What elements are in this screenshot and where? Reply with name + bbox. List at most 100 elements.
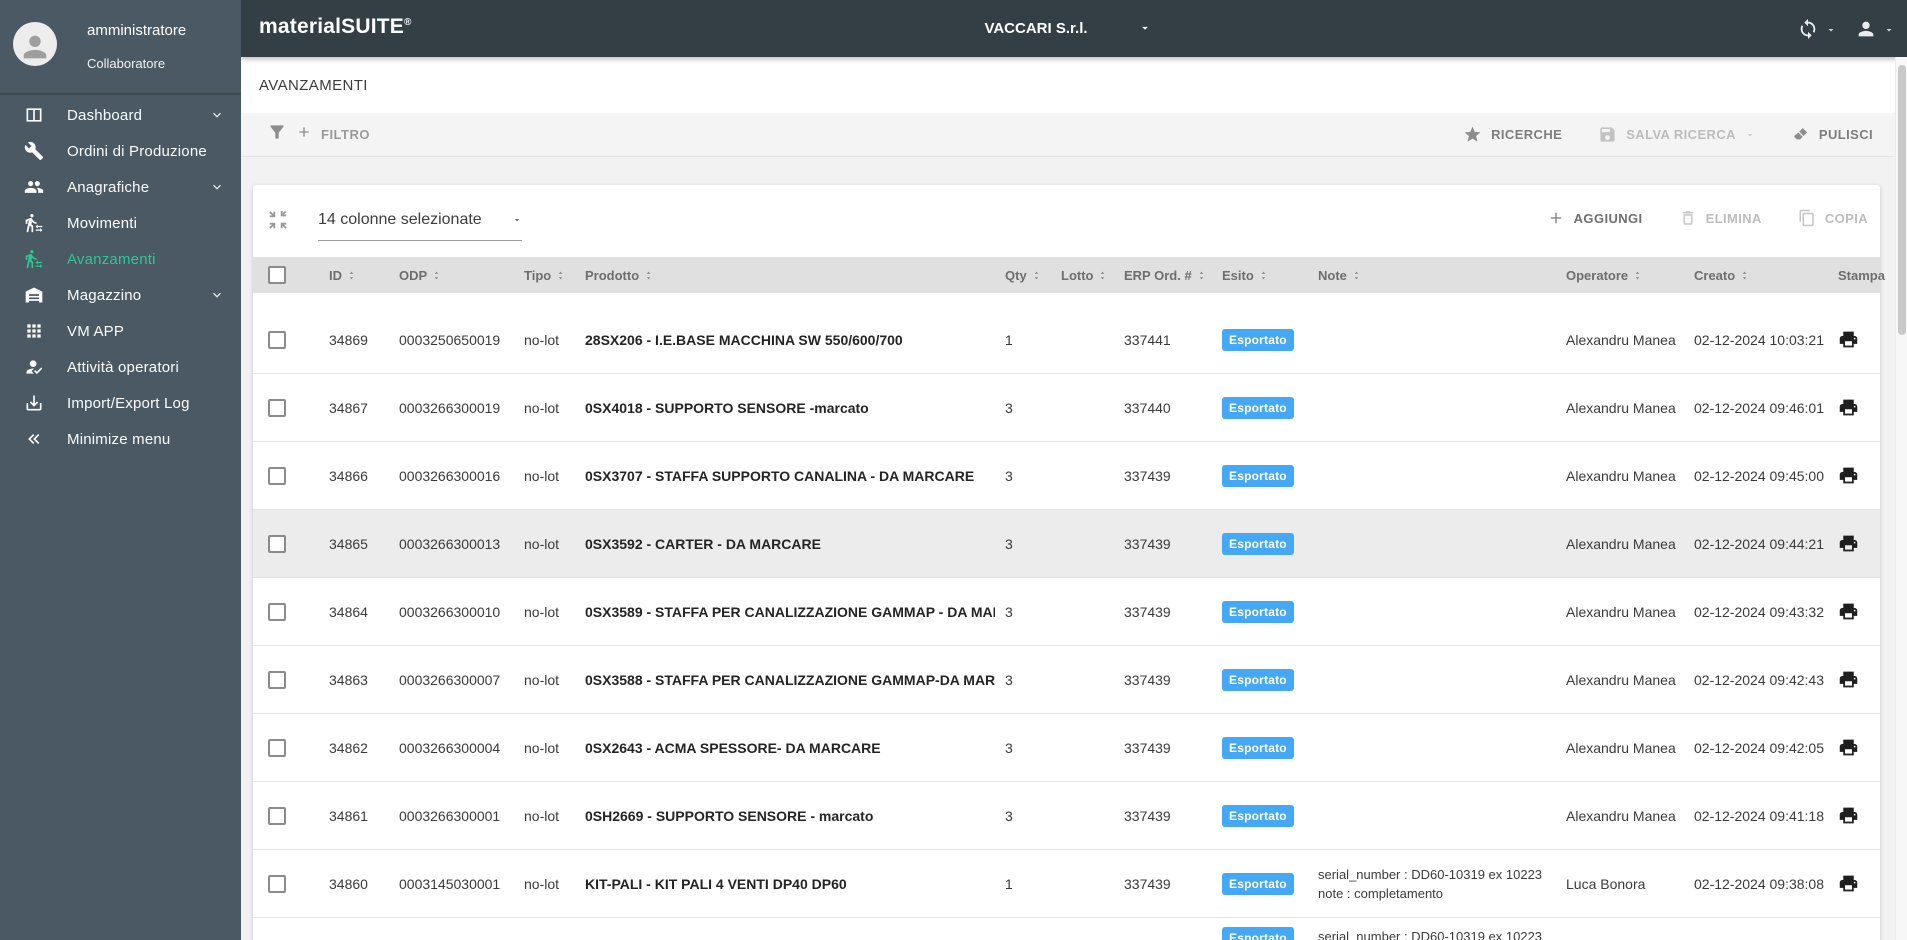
table-row[interactable]: 34862 0003266300004 no-lot 0SX2643 - ACMA S… xyxy=(253,714,1880,782)
sidebar-item-dashboard[interactable]: Dashboard xyxy=(0,97,241,133)
row-operatore-text: Luca Bonora xyxy=(1566,875,1646,892)
breadcrumb: AVANZAMENTI xyxy=(259,76,368,94)
sidebar-item-movimenti[interactable]: Movimenti xyxy=(0,205,241,241)
ricerche-button[interactable]: RICERCHE xyxy=(1463,125,1562,144)
row-tipo: no-lot xyxy=(520,536,583,552)
row-checkbox[interactable] xyxy=(268,398,286,417)
row-checkbox[interactable] xyxy=(268,466,286,485)
print-icon[interactable] xyxy=(1838,873,1859,894)
sidebar-item-magazzino[interactable]: Magazzino xyxy=(0,277,241,313)
row-checkbox[interactable] xyxy=(268,602,286,621)
columns-select[interactable]: 14 colonne selezionate xyxy=(318,199,522,241)
filter-actions: RICERCHE SALVA RICERCA PULISCI xyxy=(1463,125,1907,144)
print-icon[interactable] xyxy=(1838,533,1859,554)
sync-icon[interactable] xyxy=(1797,18,1819,40)
table-row[interactable]: 34867 0003266300019 no-lot 0SX4018 - SUPPOR… xyxy=(253,374,1880,442)
column-header-esito[interactable]: Esito xyxy=(1212,268,1312,283)
row-tipo-text: no-lot xyxy=(524,399,560,416)
row-prodotto: 0SX2643 - ACMA SPESSORE- DA MARCARE xyxy=(583,740,995,756)
column-header-id[interactable]: ID xyxy=(310,268,395,283)
print-icon[interactable] xyxy=(1838,669,1859,690)
table-row[interactable]: 34864 0003266300010 no-lot 0SX3589 - STAFFA… xyxy=(253,578,1880,646)
row-print-cell xyxy=(1832,601,1880,622)
column-header-erp-ord[interactable]: ERP Ord. # xyxy=(1118,268,1212,283)
row-tipo-text: no-lot xyxy=(524,875,560,892)
account-icon[interactable] xyxy=(1855,18,1877,40)
print-icon[interactable] xyxy=(1838,601,1859,622)
column-header-operatore[interactable]: Operatore xyxy=(1562,268,1692,283)
add-filter-icon[interactable] xyxy=(296,124,312,145)
row-checkbox[interactable] xyxy=(268,806,286,825)
table-row[interactable]: 34865 0003266300013 no-lot 0SX3592 - CARTER… xyxy=(253,510,1880,578)
copia-button[interactable]: COPIA xyxy=(1798,209,1868,227)
table-row[interactable]: 34861 0003266300001 no-lot 0SH2669 - SUPPOR… xyxy=(253,782,1880,850)
sidebar-item-anagrafiche[interactable]: Anagrafiche xyxy=(0,169,241,205)
sidebar-item-minimize-menu[interactable]: Minimize menu xyxy=(0,421,241,457)
row-prodotto-text: 0SX3589 - STAFFA PER CANALIZZAZIONE GAMM… xyxy=(585,603,995,620)
sort-icon xyxy=(555,268,566,283)
compress-columns-icon[interactable] xyxy=(267,209,291,233)
pulisci-button[interactable]: PULISCI xyxy=(1791,125,1873,144)
sidebar-item-attivit-operatori[interactable]: Attività operatori xyxy=(0,349,241,385)
row-operatore: Alexandru Manea xyxy=(1562,536,1692,552)
table-row[interactable]: 34860 0003145030001 no-lot KIT-PALI - KIT P… xyxy=(253,850,1880,918)
row-print-cell xyxy=(1832,669,1880,690)
row-id-text: 34864 xyxy=(329,603,368,620)
row-checkbox[interactable] xyxy=(268,534,286,553)
column-header-lotto[interactable]: Lotto xyxy=(1050,268,1118,283)
table-row[interactable]: 34863 0003266300007 no-lot 0SX3588 - STAFFA… xyxy=(253,646,1880,714)
scrollbar-thumb[interactable] xyxy=(1898,65,1906,335)
filter-label[interactable]: FILTRO xyxy=(321,127,370,142)
row-qty-text: 3 xyxy=(1005,603,1013,620)
filter-icon[interactable] xyxy=(267,122,287,147)
row-select-cell xyxy=(253,398,310,417)
sync-caret-icon[interactable] xyxy=(1825,23,1837,35)
row-tipo: no-lot xyxy=(520,876,583,892)
table-row[interactable]: 34869 0003250650019 no-lot 28SX206 - I.E.BA… xyxy=(253,306,1880,374)
row-select-cell xyxy=(253,874,310,893)
row-creato-text: 02-12-2024 09:41:18 xyxy=(1694,807,1824,824)
row-checkbox[interactable] xyxy=(268,330,286,349)
print-icon[interactable] xyxy=(1838,465,1859,486)
row-tipo: no-lot xyxy=(520,468,583,484)
row-creato: 02-12-2024 09:46:01 xyxy=(1692,400,1832,416)
row-id-text: 34861 xyxy=(329,807,368,824)
select-all-checkbox[interactable] xyxy=(268,266,286,284)
print-icon[interactable] xyxy=(1838,329,1859,350)
row-select-cell xyxy=(253,806,310,825)
sidebar-item-vm-app[interactable]: VM APP xyxy=(0,313,241,349)
vertical-scrollbar[interactable] xyxy=(1895,57,1907,940)
row-operatore-text: Alexandru Manea xyxy=(1566,331,1676,348)
print-icon[interactable] xyxy=(1838,737,1859,758)
column-header-qty[interactable]: Qty xyxy=(995,268,1050,283)
row-qty-text: 1 xyxy=(1005,875,1013,892)
salva-ricerca-button[interactable]: SALVA RICERCA xyxy=(1598,125,1755,144)
filter-bar: FILTRO RICERCHE SALVA RICERCA PULISCI xyxy=(241,113,1907,157)
sidebar-item-import-export-log[interactable]: Import/Export Log xyxy=(0,385,241,421)
elimina-button[interactable]: ELIMINA xyxy=(1679,209,1762,227)
row-operatore-text: Alexandru Manea xyxy=(1566,535,1676,552)
row-select-cell xyxy=(253,534,310,553)
row-checkbox[interactable] xyxy=(268,874,286,893)
table-row[interactable]: Esportato serial_number : DD60-10319 ex 1… xyxy=(253,918,1880,940)
table-row[interactable]: 34866 0003266300016 no-lot 0SX3707 - STAFFA… xyxy=(253,442,1880,510)
company-selector[interactable]: VACCARI S.r.l. xyxy=(936,0,1136,57)
print-icon[interactable] xyxy=(1838,805,1859,826)
print-icon[interactable] xyxy=(1838,397,1859,418)
row-esito: Esportato xyxy=(1212,927,1312,940)
movement-icon xyxy=(23,248,45,270)
row-odp: 0003266300019 xyxy=(395,400,520,416)
column-header-tipo[interactable]: Tipo xyxy=(520,268,583,283)
column-header-prodotto[interactable]: Prodotto xyxy=(583,268,995,283)
account-caret-icon[interactable] xyxy=(1883,23,1895,35)
column-header-odp[interactable]: ODP xyxy=(395,268,520,283)
column-header-note[interactable]: Note xyxy=(1312,268,1562,283)
row-checkbox[interactable] xyxy=(268,738,286,757)
caret-down-icon[interactable] xyxy=(1138,21,1152,35)
sidebar-item-ordini-di-produzione[interactable]: Ordini di Produzione xyxy=(0,133,241,169)
row-checkbox[interactable] xyxy=(268,670,286,689)
column-header-creato[interactable]: Creato xyxy=(1692,268,1832,283)
column-header-label: Tipo xyxy=(524,267,552,283)
sidebar-item-avanzamenti[interactable]: Avanzamenti xyxy=(0,241,241,277)
aggiungi-button[interactable]: AGGIUNGI xyxy=(1547,209,1643,227)
